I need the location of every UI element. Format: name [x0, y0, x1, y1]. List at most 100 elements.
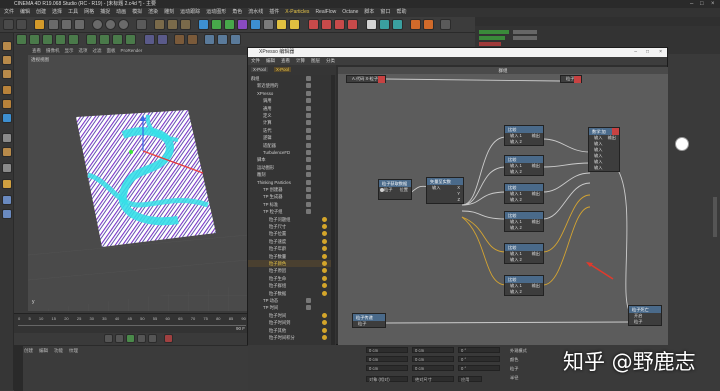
xpresso-menu-item[interactable]: 计算 [296, 57, 305, 65]
play-icon[interactable] [126, 334, 135, 343]
rotation-b-field[interactable]: 0 ° [458, 365, 500, 371]
texture-mode-icon[interactable] [2, 55, 12, 65]
menu-item[interactable]: 渲染 [148, 8, 158, 17]
redo-icon[interactable] [16, 19, 27, 30]
node-xp-code[interactable]: A.代码 X-粒子 [346, 75, 386, 83]
material-tab[interactable]: 纹理 [69, 348, 78, 354]
position-y-field[interactable]: 0 cm [366, 356, 408, 362]
octane-live-viewer-icon[interactable] [392, 19, 403, 30]
tree-item[interactable]: 粒子群组 [248, 282, 332, 289]
menu-item[interactable]: 插件 [269, 8, 279, 17]
menu-item[interactable]: 脚本 [364, 8, 374, 17]
undo-icon[interactable] [3, 19, 14, 30]
material-tab[interactable]: 编辑 [39, 348, 48, 354]
edges-mode-icon[interactable] [2, 99, 12, 109]
node-compare[interactable]: 比较 输入 1 输出 输入 2 [504, 155, 544, 176]
tree-item[interactable]: 粒子尺寸 [248, 223, 332, 230]
material-tab[interactable]: 创建 [24, 348, 33, 354]
menu-item[interactable]: 运动跟踪 [180, 8, 200, 17]
snap-icon[interactable] [144, 34, 155, 45]
tree-scrollbar[interactable] [331, 75, 335, 345]
tree-item[interactable]: TP 时间 [248, 304, 332, 311]
tab-x-pool-active[interactable]: X-Pool [274, 67, 291, 72]
tree-item[interactable]: Thinking Particles [248, 179, 332, 186]
xpresso-menu-item[interactable]: 编辑 [266, 57, 275, 65]
menu-item[interactable]: Octane [342, 8, 358, 17]
viewport-menu-item[interactable]: 摄像机 [46, 47, 60, 55]
rotate-icon[interactable] [74, 19, 85, 30]
menu-item[interactable]: 创建 [36, 8, 46, 17]
rotation-p-field[interactable]: 0 ° [458, 356, 500, 362]
axis-x-icon[interactable] [92, 19, 103, 30]
floor-icon[interactable] [263, 19, 274, 30]
node-particle-pass[interactable]: 粒子传递 粒子 [352, 313, 386, 328]
viewport-menu-item[interactable]: 过滤 [93, 47, 102, 55]
tree-item[interactable]: 适配器 [248, 142, 332, 149]
menu-item[interactable]: 工具 [68, 8, 78, 17]
prev-frame-icon[interactable] [115, 334, 124, 343]
tree-item[interactable]: 群组 [248, 75, 332, 82]
menu-item[interactable]: 运动图形 [206, 8, 226, 17]
record-icon[interactable] [164, 334, 173, 343]
tree-item[interactable]: 计算 [248, 119, 332, 126]
make-editable-icon[interactable] [2, 41, 12, 51]
maximize-icon[interactable]: □ [700, 0, 704, 8]
xp-sim-icon[interactable] [410, 19, 421, 30]
node-particle-output[interactable]: 粒子 [560, 75, 582, 83]
polygons-mode-icon[interactable] [2, 113, 12, 123]
x-particles-system-icon[interactable] [321, 19, 332, 30]
deformer-icon[interactable] [250, 19, 261, 30]
tree-item[interactable]: 通用 [248, 105, 332, 112]
go-to-end-icon[interactable] [148, 334, 157, 343]
xpresso-menu-item[interactable]: 查看 [281, 57, 290, 65]
menu-item[interactable]: RealFlow [315, 8, 336, 17]
move-icon[interactable] [48, 19, 59, 30]
scale-icon[interactable] [61, 19, 72, 30]
tree-item[interactable]: TP 粒子组 [248, 208, 332, 215]
pen-spline-icon[interactable] [211, 19, 222, 30]
tree-item[interactable]: 粒子时间积分 [248, 334, 332, 341]
extrude-icon[interactable] [42, 34, 53, 45]
node-particle-get-data[interactable]: 粒子获取数据 粒子 位置 [378, 179, 412, 200]
menu-item[interactable]: 动画 [116, 8, 126, 17]
points-mode-icon[interactable] [2, 85, 12, 95]
bridge-icon[interactable] [86, 34, 97, 45]
sculpt-icon[interactable] [174, 34, 185, 45]
tree-item[interactable]: 粒子生命 [248, 275, 332, 282]
menu-item[interactable]: 帮助 [396, 8, 406, 17]
brush-icon[interactable] [125, 34, 136, 45]
tree-item[interactable]: TurbulenceFD [248, 149, 332, 156]
tweak-mode-icon[interactable] [2, 179, 12, 189]
tree-item[interactable]: 粒子数据 [248, 290, 332, 297]
knife-icon[interactable] [29, 34, 40, 45]
node-compare[interactable]: 比较 输入 1 输出 输入 2 [504, 183, 544, 204]
xpresso-editor-window[interactable]: XPresso 编辑器 – □ × 文件 编辑 查看 计算 图层 分类 X-Po… [247, 47, 668, 345]
tree-item[interactable]: 粒子时间到 [248, 319, 332, 326]
weld-icon[interactable] [99, 34, 110, 45]
menu-item[interactable]: 雕刻 [164, 8, 174, 17]
minimize-icon[interactable]: – [690, 0, 693, 8]
layout-icon[interactable] [440, 19, 451, 30]
tree-item[interactable]: 粒子原因 [248, 267, 332, 274]
tree-item[interactable]: TP 生成器 [248, 193, 332, 200]
size-z-field[interactable]: 0 cm [412, 365, 454, 371]
perspective-viewport[interactable]: 透视视图 y [28, 55, 248, 311]
x-particles-action-icon[interactable] [347, 19, 358, 30]
dynamics-icon[interactable] [230, 34, 241, 45]
minimize-icon[interactable]: – [634, 48, 637, 57]
tree-item[interactable]: TP 创建器 [248, 186, 332, 193]
menu-item[interactable]: 编辑 [20, 8, 30, 17]
menu-item[interactable]: 捕捉 [100, 8, 110, 17]
xpresso-menu-item[interactable]: 图层 [311, 57, 320, 65]
solo-icon[interactable] [2, 195, 12, 205]
paint-icon[interactable] [187, 34, 198, 45]
tree-item[interactable]: TP 标准 [248, 201, 332, 208]
tree-item[interactable]: 脚本 [248, 156, 332, 163]
light-icon[interactable] [289, 19, 300, 30]
size-x-field[interactable]: 0 cm [412, 347, 454, 353]
loop-cut-icon[interactable] [68, 34, 79, 45]
material-tab[interactable]: 功能 [54, 348, 63, 354]
maximize-icon[interactable]: □ [646, 48, 649, 57]
viewport-menu-item[interactable]: 面板 [107, 47, 116, 55]
size-y-field[interactable]: 0 cm [412, 356, 454, 362]
